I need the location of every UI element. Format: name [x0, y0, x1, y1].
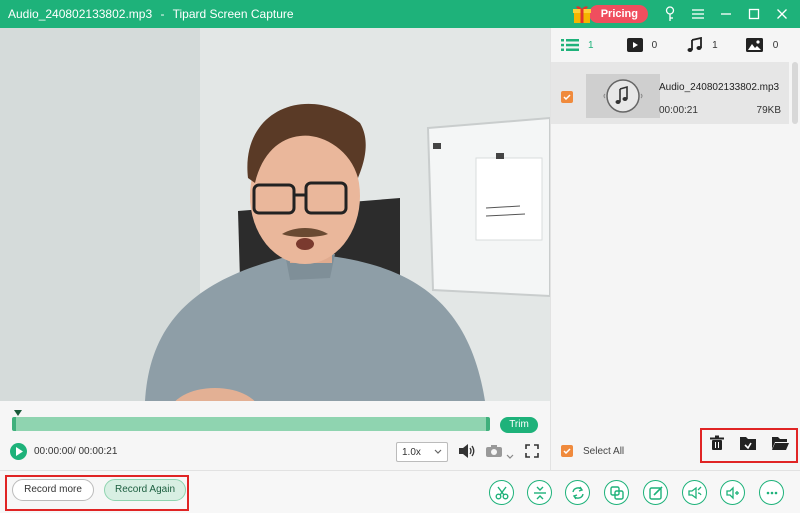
- file-list-item[interactable]: Audio_240802133802.mp3 00:00:21 79KB: [551, 62, 789, 124]
- webcam-frame-illustration: [0, 28, 550, 401]
- scissors-icon: [495, 486, 508, 499]
- delete-button[interactable]: [709, 435, 725, 456]
- file-thumbnail: [586, 74, 660, 118]
- minimize-button[interactable]: [714, 0, 738, 28]
- trash-icon: [710, 435, 724, 450]
- select-all-control[interactable]: Select All: [561, 445, 624, 457]
- file-name: Audio_240802133802.mp3: [659, 82, 780, 93]
- list-icon: [561, 39, 579, 51]
- snapshot-icon[interactable]: [485, 444, 503, 463]
- compress-icon: [609, 485, 624, 500]
- filter-audio[interactable]: 1: [687, 37, 718, 53]
- trim-tool-button[interactable]: [489, 480, 514, 505]
- key-icon[interactable]: [658, 0, 682, 28]
- fullscreen-icon[interactable]: [525, 444, 539, 463]
- speed-value: 1.0x: [402, 446, 421, 458]
- speed-select[interactable]: 1.0x: [396, 442, 448, 462]
- filter-image-count: 0: [772, 39, 779, 51]
- window-title: Audio_240802133802.mp3 - Tipard Screen C…: [0, 7, 294, 21]
- export-folder-icon: [740, 437, 756, 450]
- filter-image[interactable]: 0: [745, 38, 779, 52]
- trim-timeline[interactable]: [12, 417, 490, 431]
- play-button[interactable]: [10, 443, 27, 460]
- more-tools-button[interactable]: [759, 480, 784, 505]
- filter-all[interactable]: 1: [561, 38, 594, 52]
- volume-boost-icon: [687, 486, 702, 499]
- close-button[interactable]: [770, 0, 794, 28]
- record-again-button[interactable]: Record Again: [104, 479, 186, 501]
- trim-button[interactable]: Trim: [500, 417, 538, 433]
- player-controls: Trim 00:00:00/ 00:00:21 1.0x: [0, 401, 550, 470]
- playhead-marker[interactable]: [14, 410, 22, 416]
- volume-boost-tool-button[interactable]: [682, 480, 707, 505]
- open-folder-button[interactable]: [771, 435, 789, 456]
- title-separator: -: [160, 7, 165, 21]
- playback-time: 00:00:00/ 00:00:21: [34, 446, 118, 457]
- volume-icon[interactable]: [458, 443, 476, 464]
- file-size: 79KB: [756, 105, 781, 116]
- snapshot-options-icon[interactable]: [506, 447, 514, 465]
- select-all-checkbox[interactable]: [561, 445, 573, 457]
- open-folder-icon: [772, 437, 789, 450]
- list-scrollbar[interactable]: [792, 62, 798, 124]
- edit-tool-button[interactable]: [643, 480, 668, 505]
- select-all-label: Select All: [583, 445, 625, 457]
- file-duration: 00:00:21: [659, 105, 698, 116]
- file-actions-highlight: [700, 428, 798, 463]
- play-icon: [15, 447, 23, 456]
- video-icon: [626, 38, 643, 52]
- file-checkbox[interactable]: [561, 91, 573, 103]
- music-note-icon: [687, 37, 703, 52]
- gift-icon[interactable]: [571, 3, 593, 25]
- filter-all-count: 1: [588, 39, 594, 51]
- recording-list-panel: 1 0 1 0 Audio_240802133802.mp3 00:00:21 …: [550, 28, 800, 470]
- video-preview[interactable]: [0, 28, 550, 401]
- record-more-button[interactable]: Record more: [12, 479, 94, 501]
- pricing-button[interactable]: Pricing: [588, 5, 648, 23]
- move-to-folder-button[interactable]: [739, 435, 757, 456]
- filter-video-count: 0: [651, 39, 658, 51]
- maximize-button[interactable]: [742, 0, 766, 28]
- image-icon: [745, 38, 763, 52]
- convert-tool-button[interactable]: [565, 480, 590, 505]
- check-icon: [563, 94, 571, 100]
- edit-icon: [648, 485, 663, 500]
- more-icon: [766, 491, 777, 494]
- app-window: Audio_240802133802.mp3 - Tipard Screen C…: [0, 0, 800, 513]
- merge-tool-button[interactable]: [527, 480, 552, 505]
- chevron-down-icon: [434, 449, 442, 454]
- convert-icon: [571, 486, 584, 499]
- audio-add-tool-button[interactable]: [720, 480, 745, 505]
- audio-add-icon: [725, 485, 739, 500]
- filter-audio-count: 1: [712, 39, 718, 51]
- merge-icon: [533, 486, 546, 499]
- audio-file-icon: [603, 79, 643, 113]
- filter-video[interactable]: 0: [626, 38, 658, 52]
- file-title: Audio_240802133802.mp3: [8, 7, 153, 21]
- menu-icon[interactable]: [686, 0, 710, 28]
- check-icon: [563, 448, 571, 454]
- filter-tabs: 1 0 1 0: [551, 28, 800, 62]
- title-bar: Audio_240802133802.mp3 - Tipard Screen C…: [0, 0, 800, 28]
- compress-tool-button[interactable]: [604, 480, 629, 505]
- app-name: Tipard Screen Capture: [172, 7, 294, 21]
